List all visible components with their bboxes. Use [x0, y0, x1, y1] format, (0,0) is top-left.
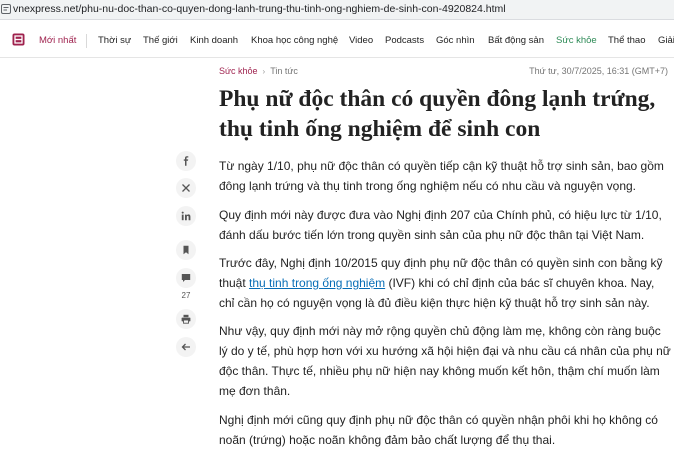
nav-giai-tri[interactable]: Giải	[658, 35, 674, 46]
top-navigation: Mới nhất Thời sự Thế giới Kinh doanh Kho…	[0, 24, 674, 58]
article-title: Phụ nữ độc thân có quyền đông lạnh trứng…	[219, 86, 656, 142]
bookmark-icon	[183, 245, 189, 255]
ivf-link[interactable]: thụ tinh trong ống nghiệm	[249, 276, 385, 290]
nav-suc-khoe[interactable]: Sức khỏe	[556, 35, 597, 46]
breadcrumb: Sức khỏe › Tin tức	[219, 66, 298, 76]
home-icon[interactable]	[12, 33, 25, 46]
chevron-right-icon: ›	[262, 67, 266, 76]
back-icon	[181, 343, 190, 351]
facebook-share-button[interactable]	[176, 151, 196, 171]
nav-kinh-doanh[interactable]: Kinh doanh	[190, 35, 238, 46]
comment-button[interactable]	[176, 268, 196, 288]
print-icon	[181, 314, 191, 324]
nav-the-gioi[interactable]: Thế giới	[143, 35, 178, 46]
breadcrumb-suc-khoe[interactable]: Sức khỏe	[219, 66, 258, 76]
breadcrumb-tin-tuc[interactable]: Tin tức	[270, 66, 298, 76]
browser-url-bar[interactable]: vnexpress.net/phu-nu-doc-than-co-quyen-d…	[0, 0, 674, 20]
article-paragraph: Quy định mới này được đưa vào Nghị định …	[219, 208, 662, 242]
nav-goc-nhin[interactable]: Góc nhìn	[436, 35, 475, 46]
linkedin-icon	[181, 211, 191, 221]
nav-thoi-su[interactable]: Thời sự	[98, 35, 131, 46]
linkedin-share-button[interactable]	[176, 206, 196, 226]
print-button[interactable]	[176, 309, 196, 329]
article-paragraph: Trước đây, Nghị định 10/2015 quy định ph…	[219, 253, 671, 313]
x-share-button[interactable]	[176, 178, 196, 198]
nav-the-thao[interactable]: Thể thao	[608, 35, 646, 46]
nav-newest[interactable]: Mới nhất	[39, 35, 76, 46]
back-button[interactable]	[176, 337, 196, 357]
nav-video[interactable]: Video	[349, 35, 373, 46]
comment-count: 27	[181, 291, 191, 300]
nav-khoa-hoc-cong-nghe[interactable]: Khoa học công nghệ	[251, 35, 338, 46]
article-paragraph: Như vậy, quy định mới này mở rộng quyền …	[219, 324, 671, 398]
article-paragraph: Nghị định mới cũng quy định phụ nữ độc t…	[219, 413, 658, 447]
bookmark-button[interactable]	[176, 240, 196, 260]
publish-date: Thứ tư, 30/7/2025, 16:31 (GMT+7)	[529, 66, 668, 76]
nav-podcasts[interactable]: Podcasts	[385, 35, 424, 46]
nav-bat-dong-san[interactable]: Bất động sản	[488, 35, 544, 46]
comment-icon	[181, 274, 191, 282]
nav-divider	[86, 34, 87, 48]
x-icon	[182, 184, 190, 192]
article-paragraph: Từ ngày 1/10, phụ nữ độc thân có quyền t…	[219, 159, 664, 193]
facebook-icon	[183, 156, 189, 166]
url-text[interactable]: vnexpress.net/phu-nu-doc-than-co-quyen-d…	[13, 3, 506, 15]
site-info-icon[interactable]	[1, 4, 11, 14]
